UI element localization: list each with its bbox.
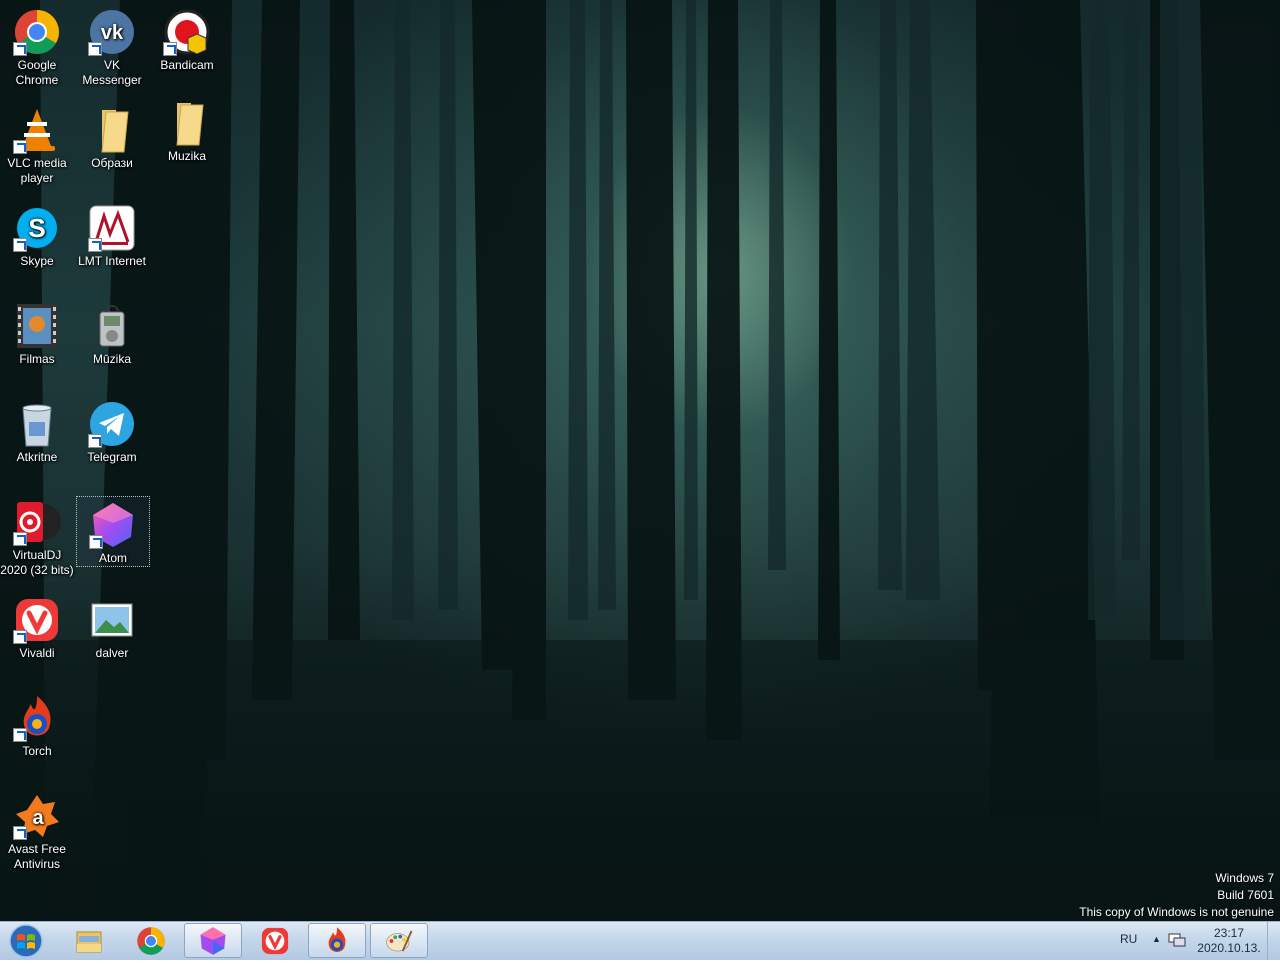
atom-icon	[89, 501, 137, 549]
folder-icon	[88, 106, 136, 154]
taskbar: RU ▲ 23:17 2020.10.13.	[0, 921, 1280, 960]
shortcut-arrow-icon	[13, 42, 27, 56]
virtualdj-icon	[13, 498, 61, 546]
watermark-build: Build 7601	[1217, 888, 1274, 902]
desktop-icon-vivaldi[interactable]: Vivaldi	[0, 592, 74, 661]
icon-label: Atkritne	[16, 450, 58, 464]
icon-label: Mūzika	[92, 352, 131, 366]
bandicam-icon	[163, 8, 211, 56]
system-tray: RU ▲ 23:17 2020.10.13.	[1080, 922, 1280, 960]
desktop-icon-atom[interactable]: Atom	[76, 496, 150, 567]
shortcut-arrow-icon	[88, 42, 102, 56]
show-desktop-button[interactable]	[1267, 922, 1280, 960]
shortcut-arrow-icon	[13, 630, 27, 644]
desktop-icon-avast[interactable]: a Avast Free Antivirus	[0, 788, 74, 872]
language-indicator[interactable]: RU	[1120, 932, 1137, 946]
icon-label: Atom	[98, 551, 127, 565]
vivaldi-icon	[261, 927, 289, 955]
show-hidden-icons-arrow-icon[interactable]: ▲	[1152, 934, 1161, 944]
icon-label: Google Chrome	[15, 58, 59, 87]
desktop-icon-bandicam[interactable]: Bandicam	[150, 4, 224, 73]
start-button[interactable]	[4, 923, 48, 959]
vlc-icon	[13, 106, 61, 154]
file-explorer-icon	[76, 931, 102, 953]
taskbar-paint[interactable]	[370, 923, 428, 958]
svg-text:a: a	[32, 807, 44, 829]
desktop-icon-google-chrome[interactable]: Google Chrome	[0, 4, 74, 88]
chrome-icon	[137, 927, 165, 955]
skype-icon: S	[13, 204, 61, 252]
windows-logo-icon	[9, 924, 43, 958]
telegram-icon	[88, 400, 136, 448]
desktop-icon-virtualdj[interactable]: VirtualDJ 2020 (32 bits)	[0, 494, 74, 578]
watermark-notice: This copy of Windows is not genuine	[1079, 905, 1274, 919]
svg-text:vk: vk	[101, 22, 124, 44]
torch-icon	[13, 694, 61, 742]
taskbar-vivaldi[interactable]	[246, 923, 304, 958]
svg-text:S: S	[28, 213, 45, 243]
vk-icon: vk	[88, 8, 136, 56]
desktop-icon-dalver[interactable]: dalver	[75, 592, 149, 661]
desktop-icon-lmt-internet[interactable]: LMT Internet	[75, 200, 149, 269]
icon-label: Torch	[22, 744, 52, 758]
film-icon	[13, 302, 61, 350]
atom-icon	[200, 927, 226, 955]
chrome-icon	[13, 8, 61, 56]
paint-icon	[386, 930, 413, 952]
torch-icon	[328, 927, 346, 952]
taskbar-atom[interactable]	[184, 923, 242, 958]
windows-genuine-watermark: Windows 7 Build 7601 This copy of Window…	[1079, 870, 1274, 921]
shortcut-arrow-icon	[13, 140, 27, 154]
icon-label: Muzika	[167, 149, 206, 163]
network-icon[interactable]	[1168, 932, 1186, 948]
desktop-icon-obrazi-folder[interactable]: Образи	[75, 102, 149, 171]
watermark-os: Windows 7	[1215, 871, 1274, 885]
icon-label: Образи	[91, 156, 133, 170]
clock-time: 23:17	[1213, 926, 1245, 940]
shortcut-arrow-icon	[163, 42, 177, 56]
icon-label: Telegram	[87, 450, 137, 464]
icon-label: Skype	[20, 254, 54, 268]
desktop-icon-vk-messenger[interactable]: vk VK Messenger	[75, 4, 149, 88]
icon-label: dalver	[95, 646, 129, 660]
taskbar-file-explorer[interactable]	[60, 923, 118, 958]
icon-label: VK Messenger	[82, 58, 142, 87]
clock[interactable]: 23:17 2020.10.13.	[1194, 926, 1264, 956]
desktop-icon-muzika-player[interactable]: Mūzika	[75, 298, 149, 367]
desktop-icon-skype[interactable]: S Skype	[0, 200, 74, 269]
music-player-icon	[88, 302, 136, 350]
shortcut-arrow-icon	[88, 434, 102, 448]
recycle-bin-icon	[13, 400, 61, 448]
image-file-icon	[88, 596, 136, 644]
shortcut-arrow-icon	[89, 535, 103, 549]
shortcut-arrow-icon	[13, 728, 27, 742]
desktop-icon-torch[interactable]: Torch	[0, 690, 74, 759]
icon-label: VirtualDJ 2020 (32 bits)	[0, 548, 74, 577]
clock-date: 2020.10.13.	[1197, 941, 1261, 955]
icon-label: VLC media player	[7, 156, 67, 185]
avast-icon: a	[13, 792, 61, 840]
taskbar-torch[interactable]	[308, 923, 366, 958]
lmt-icon	[88, 204, 136, 252]
icon-label: Avast Free Antivirus	[8, 842, 66, 871]
icon-label: Bandicam	[160, 58, 214, 72]
taskbar-chrome[interactable]	[122, 923, 180, 958]
shortcut-arrow-icon	[13, 532, 27, 546]
shortcut-arrow-icon	[13, 238, 27, 252]
vivaldi-icon	[13, 596, 61, 644]
desktop-icon-recycle-bin[interactable]: Atkritne	[0, 396, 74, 465]
icon-label: LMT Internet	[78, 254, 146, 268]
desktop-icon-telegram[interactable]: Telegram	[75, 396, 149, 465]
shortcut-arrow-icon	[13, 826, 27, 840]
desktop-icon-filmas[interactable]: Filmas	[0, 298, 74, 367]
shortcut-arrow-icon	[88, 238, 102, 252]
desktop-icon-vlc[interactable]: VLC media player	[0, 102, 74, 186]
desktop-icon-muzika-folder[interactable]: Muzika	[150, 95, 224, 164]
folder-icon	[163, 99, 211, 147]
icon-label: Filmas	[19, 352, 55, 366]
icon-label: Vivaldi	[19, 646, 55, 660]
